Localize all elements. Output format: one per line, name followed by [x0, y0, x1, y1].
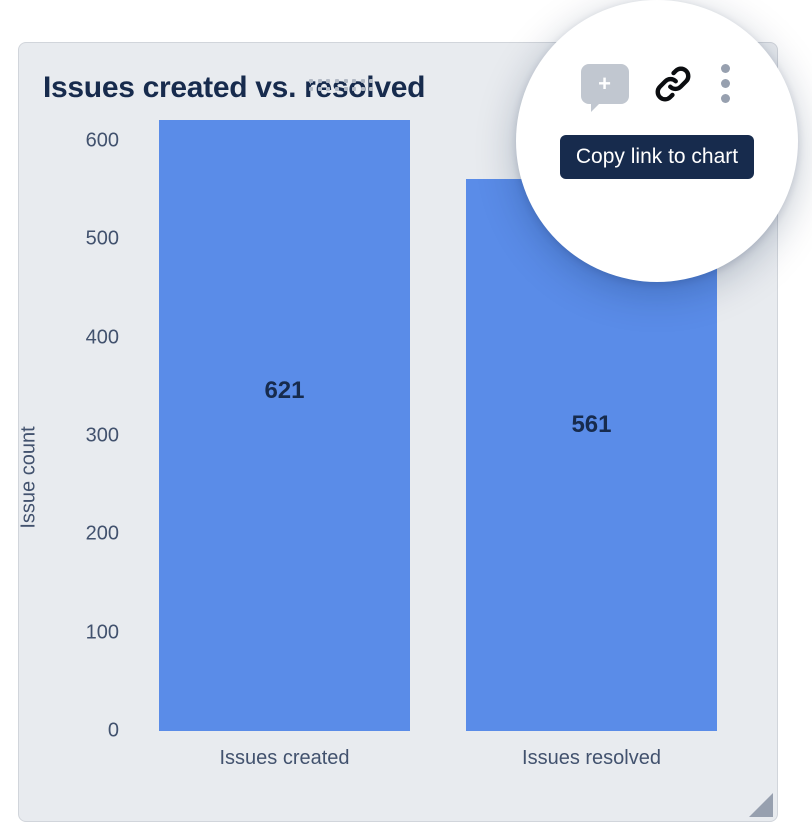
resize-handle[interactable] [749, 793, 773, 817]
tooltip: Copy link to chart [560, 135, 754, 179]
add-comment-button[interactable]: + [581, 64, 629, 104]
y-tick: 400 [86, 326, 119, 349]
x-tick: Issues created [219, 747, 349, 770]
y-tick: 500 [86, 228, 119, 251]
link-icon [651, 62, 695, 106]
plus-icon: + [598, 73, 611, 95]
bar[interactable]: 621 [159, 120, 411, 731]
copy-link-button[interactable] [651, 62, 695, 106]
bar-value-label: 621 [264, 377, 304, 405]
dot-icon [721, 64, 730, 73]
x-tick: Issues resolved [522, 747, 661, 770]
dot-icon [721, 79, 730, 88]
y-tick: 200 [86, 523, 119, 546]
y-tick: 300 [86, 425, 119, 448]
y-tick: 600 [86, 130, 119, 153]
y-tick: 100 [86, 621, 119, 644]
y-axis-label: Issue count [18, 426, 41, 528]
dot-icon [721, 94, 730, 103]
bar-value-label: 561 [571, 411, 611, 439]
chart-toolbar: + [581, 60, 734, 107]
more-options-button[interactable] [717, 60, 734, 107]
chart-toolbar-popover: + Copy link to chart [516, 0, 798, 282]
drag-handle[interactable] [309, 79, 375, 91]
y-tick: 0 [108, 720, 119, 743]
